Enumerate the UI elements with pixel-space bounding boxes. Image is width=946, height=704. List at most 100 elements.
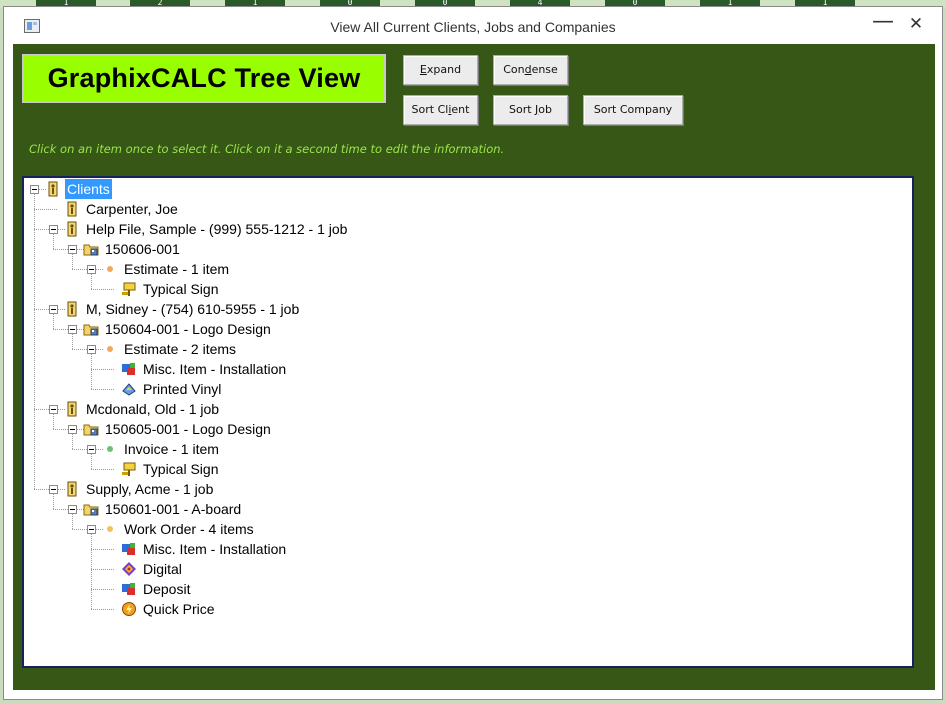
tree-item[interactable]: Estimate - 2 items	[122, 339, 238, 359]
collapse-toggle[interactable]	[68, 245, 77, 254]
title-bar[interactable]: View All Current Clients, Jobs and Compa…	[4, 7, 942, 45]
condense-label-pre: Con	[503, 63, 525, 76]
client-icon	[64, 401, 80, 417]
tree-connector-line	[53, 234, 54, 249]
tree-item[interactable]: Quick Price	[141, 599, 217, 619]
job-folder-icon	[83, 501, 99, 517]
collapse-toggle[interactable]	[87, 345, 96, 354]
tree-connector-line	[91, 549, 114, 550]
tree-connector-line	[53, 314, 54, 329]
collapse-toggle[interactable]	[87, 525, 96, 534]
tree-connector-line	[91, 469, 114, 470]
tree-item[interactable]: Invoice - 1 item	[122, 439, 221, 459]
tree-item-label: 150606-001	[105, 241, 180, 257]
sort-company-button[interactable]: Sort Company	[583, 95, 683, 125]
client-icon	[64, 301, 80, 317]
tree-item[interactable]: Mcdonald, Old - 1 job	[84, 399, 221, 419]
tree-item-label: Misc. Item - Installation	[143, 361, 287, 377]
estimate-dot-icon	[102, 341, 118, 357]
collapse-toggle[interactable]	[30, 185, 39, 194]
tree-item[interactable]: 150604-001 - Logo Design	[103, 319, 273, 339]
sign-icon	[121, 461, 137, 477]
digital-icon	[121, 561, 137, 577]
collapse-toggle[interactable]	[49, 405, 58, 414]
tree-connector-line	[91, 589, 114, 590]
tree-item[interactable]: M, Sidney - (754) 610-5955 - 1 job	[84, 299, 301, 319]
collapse-toggle[interactable]	[49, 225, 58, 234]
tree-item[interactable]: Deposit	[141, 579, 192, 599]
clients-tree-view[interactable]: Clients Carpenter, Joe Help File, Sample -…	[22, 176, 914, 668]
tree-item[interactable]: Misc. Item - Installation	[141, 359, 288, 379]
job-folder-icon	[83, 241, 99, 257]
misc-item-icon	[121, 361, 137, 377]
tree-item-label: Carpenter, Joe	[86, 201, 178, 217]
tree-item[interactable]: Carpenter, Joe	[84, 199, 180, 219]
tree-item-label: Misc. Item - Installation	[143, 541, 287, 557]
client-icon	[64, 481, 80, 497]
tree-item[interactable]: Typical Sign	[141, 459, 220, 479]
collapse-toggle[interactable]	[68, 505, 77, 514]
invoice-dot-icon	[102, 441, 118, 457]
tree-connector-line	[91, 274, 92, 289]
tree-item[interactable]: Digital	[141, 559, 184, 579]
job-folder-icon	[83, 421, 99, 437]
tree-item-label: Printed Vinyl	[143, 381, 222, 397]
tree-item[interactable]: Misc. Item - Installation	[141, 539, 288, 559]
tree-connector-line	[91, 354, 92, 389]
expand-button[interactable]: Expand	[403, 55, 478, 85]
tree-connector-line	[91, 534, 92, 609]
condense-button[interactable]: Condense	[493, 55, 568, 85]
collapse-toggle[interactable]	[87, 445, 96, 454]
sort-job-button[interactable]: Sort Job	[493, 95, 568, 125]
minimize-button[interactable]: —	[866, 9, 900, 39]
instruction-hint: Click on an item once to select it. Clic…	[29, 142, 505, 156]
estimate-dot-icon	[102, 261, 118, 277]
tree-item-label: 150605-001 - Logo Design	[105, 421, 271, 437]
tree-item-label: Estimate - 1 item	[124, 261, 230, 277]
tree-item-label: Estimate - 2 items	[124, 341, 237, 357]
tree-connector-line	[72, 434, 73, 449]
tree-item[interactable]: Estimate - 1 item	[122, 259, 231, 279]
client-icon	[64, 201, 80, 217]
tree-item[interactable]: Clients	[65, 179, 112, 199]
sort-client-button[interactable]: Sort Client	[403, 95, 478, 125]
collapse-toggle[interactable]	[68, 425, 77, 434]
tree-connector-line	[72, 514, 73, 529]
tree-item[interactable]: Supply, Acme - 1 job	[84, 479, 215, 499]
tree-item[interactable]: Printed Vinyl	[141, 379, 223, 399]
condense-label-key: d	[524, 63, 532, 76]
close-button[interactable]: ✕	[899, 9, 933, 39]
condense-label-post: ense	[531, 63, 558, 76]
collapse-toggle[interactable]	[49, 305, 58, 314]
tree-item-label: Clients	[65, 179, 112, 199]
sort-client-label-post: ent	[451, 103, 470, 116]
expand-label-key: E	[419, 63, 427, 76]
tree-connector-line	[91, 454, 92, 469]
tree-connector-line	[53, 494, 54, 509]
tree-item-label: Quick Price	[143, 601, 215, 617]
collapse-toggle[interactable]	[87, 265, 96, 274]
workorder-dot-icon	[102, 521, 118, 537]
tree-item-label: Help File, Sample - (999) 555-1212 - 1 j…	[86, 221, 348, 237]
sort-job-label-pre: Sort	[508, 103, 536, 116]
tree-item[interactable]: Typical Sign	[141, 279, 220, 299]
tree-connector-line	[34, 194, 35, 489]
tree-item[interactable]: 150605-001 - Logo Design	[103, 419, 273, 439]
job-folder-icon	[83, 321, 99, 337]
tree-item[interactable]: Work Order - 4 items	[122, 519, 256, 539]
tree-item[interactable]: 150601-001 - A-board	[103, 499, 243, 519]
tree-connector-line	[91, 389, 114, 390]
tree-item[interactable]: 150606-001	[103, 239, 182, 259]
client-icon	[64, 221, 80, 237]
tree-view-dialog: View All Current Clients, Jobs and Compa…	[3, 6, 943, 700]
tree-item[interactable]: Help File, Sample - (999) 555-1212 - 1 j…	[84, 219, 349, 239]
dialog-panel: GraphixCALC Tree View Expand Condense So…	[13, 44, 935, 690]
deposit-icon	[121, 581, 137, 597]
tree-connector-line	[91, 289, 114, 290]
tree-item-label: Typical Sign	[143, 281, 219, 297]
collapse-toggle[interactable]	[68, 325, 77, 334]
tree-item-label: 150601-001 - A-board	[105, 501, 242, 517]
sign-icon	[121, 281, 137, 297]
tree-item-label: Digital	[143, 561, 182, 577]
collapse-toggle[interactable]	[49, 485, 58, 494]
